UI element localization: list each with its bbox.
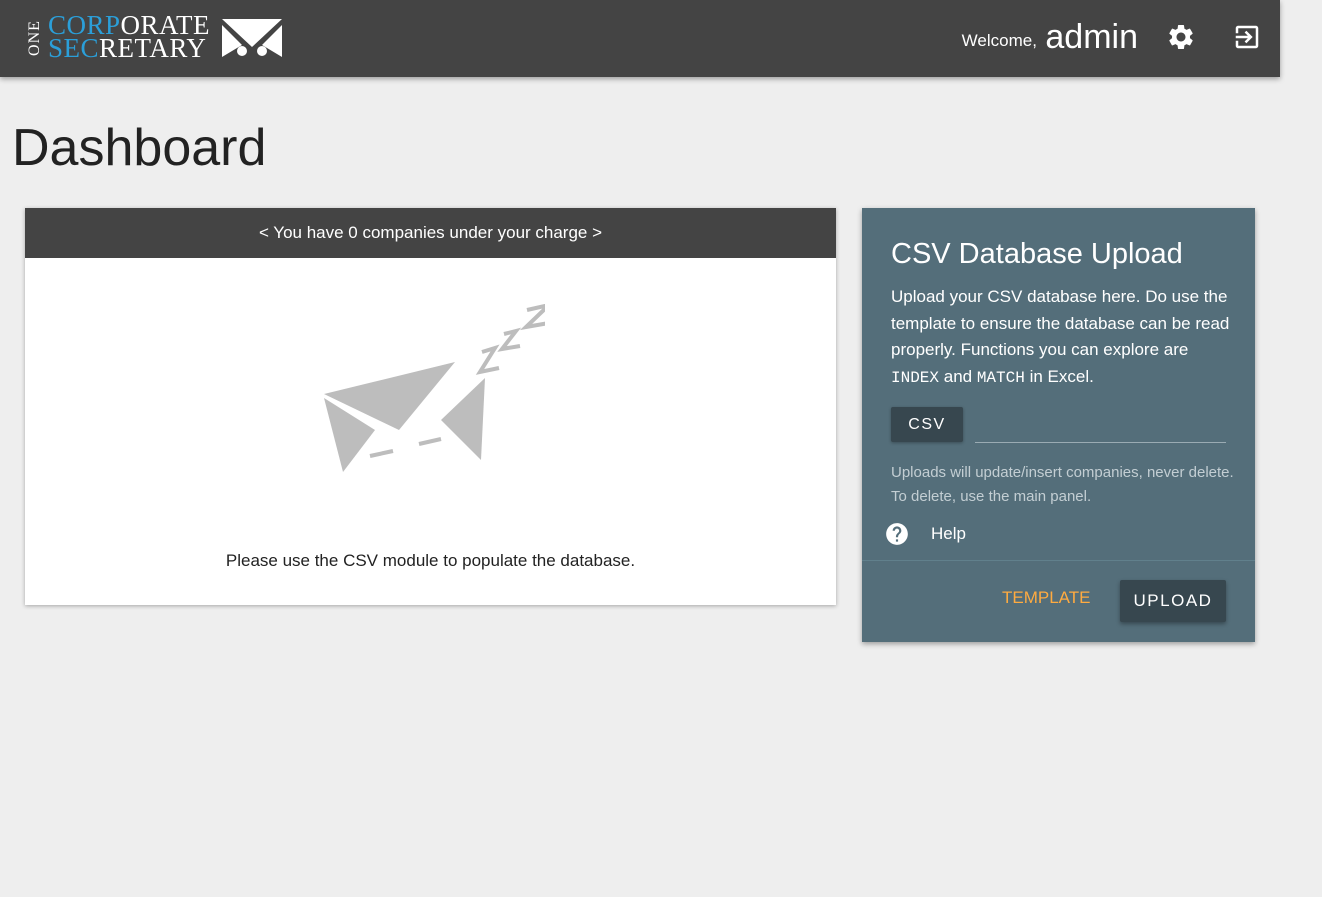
function-index: INDEX [891,368,940,387]
username: admin [1045,18,1138,56]
help-toggle[interactable]: Help [884,520,966,548]
logo-wordmark: CORPORATE SECRETARY [48,10,211,63]
empty-state-message: Please use the CSV module to populate th… [225,551,636,570]
app-logo[interactable]: ONE CORPORATE SECRETARY [26,10,286,63]
settings-button[interactable] [1166,22,1196,52]
help-label: Help [931,524,966,543]
logout-icon [1235,25,1259,49]
help-icon [884,521,910,547]
envelope-logo-icon [222,19,282,57]
welcome-message: Welcome, admin [962,18,1138,57]
csv-file-button[interactable]: CSV [891,407,963,442]
companies-count-header[interactable]: < You have 0 companies under your charge… [25,208,836,258]
upload-button[interactable]: UPLOAD [1120,580,1226,622]
logo-one-text: ONE [26,20,43,56]
template-download-link[interactable]: TEMPLATE [1002,588,1090,608]
companies-card: < You have 0 companies under your charge… [25,208,836,605]
app-header: ONE CORPORATE SECRETARY Welcome, admin [0,0,1280,77]
csv-file-path-input[interactable] [975,413,1226,443]
csv-upload-card: CSV Database Upload Upload your CSV data… [862,208,1255,642]
card-divider [862,560,1255,561]
sleeping-paper-plane-icon [324,303,545,472]
page-title: Dashboard [12,119,267,177]
csv-description: Upload your CSV database here. Do use th… [891,287,1230,387]
logout-button[interactable] [1232,22,1262,52]
gear-icon [1169,24,1193,49]
welcome-label: Welcome, [961,31,1037,50]
csv-upload-note: Uploads will update/insert companies, ne… [891,464,1234,505]
csv-card-title: CSV Database Upload [891,238,1183,270]
function-match: MATCH [976,368,1025,387]
